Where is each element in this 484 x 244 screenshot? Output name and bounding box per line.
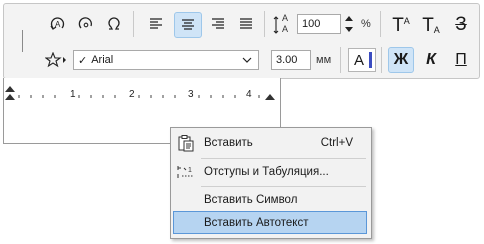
font-height-unit: мм: [316, 54, 332, 66]
align-left-icon[interactable]: [145, 13, 167, 35]
underline-button[interactable]: П: [449, 47, 473, 73]
svg-text:A: A: [55, 20, 61, 29]
bold-button[interactable]: Ж: [388, 47, 414, 73]
subscript-button[interactable]: TA: [418, 12, 444, 38]
menu-separator: [201, 158, 366, 159]
text-rotate-dotted-icon[interactable]: [75, 13, 97, 35]
menu-item-label: Вставить Автотекст: [204, 216, 309, 229]
menu-item-label: Вставить: [204, 136, 253, 149]
superscript-button[interactable]: TA: [388, 12, 414, 38]
ruler-number: 3: [188, 89, 194, 100]
rotate-text-icon[interactable]: A: [47, 13, 69, 35]
toolbar-grip[interactable]: [22, 30, 23, 52]
line-spacing-stepper[interactable]: [343, 13, 355, 35]
italic-letter: К: [426, 51, 436, 68]
font-height-input[interactable]: 3.00: [271, 50, 311, 70]
menu-item-label: Отступы и Табуляция...: [204, 165, 329, 178]
menu-item-insert-symbol[interactable]: Вставить Символ: [173, 188, 367, 211]
line-spacing-icon: A A: [272, 13, 294, 36]
line-spacing-value: 100: [302, 18, 321, 30]
tabs-indent-icon: 1: [173, 164, 199, 180]
menu-item-insert-autotext[interactable]: Вставить Автотекст: [173, 211, 367, 234]
menu-item-shortcut: Ctrl+V: [320, 136, 353, 149]
ruler: [5, 86, 275, 100]
ruler-number: 2: [129, 89, 135, 100]
ruler-number: 4: [246, 89, 252, 100]
superscript-letter: T: [392, 14, 404, 36]
line-spacing-unit: %: [361, 18, 371, 30]
separator: [340, 47, 341, 73]
superscript-mark: A: [403, 15, 410, 26]
svg-text:1: 1: [188, 167, 192, 174]
font-family-select[interactable]: ✓ Arial: [73, 50, 259, 70]
separator: [381, 47, 382, 73]
separator: [133, 11, 134, 37]
separator: [380, 11, 381, 37]
paste-icon: [173, 134, 199, 152]
pen-color-swatch: [369, 52, 372, 68]
text-pen-color-button[interactable]: A: [348, 48, 376, 72]
menu-separator: [201, 186, 366, 187]
separator: [264, 11, 265, 37]
subscript-letter: T: [422, 14, 434, 36]
line-spacing-top-letter: A: [282, 13, 289, 23]
context-menu: Вставить Ctrl+V 1 Отступы и Табуляция...…: [170, 127, 372, 239]
line-spacing-bottom-letter: A: [282, 24, 289, 34]
font-check-icon: ✓: [78, 54, 88, 67]
align-right-icon[interactable]: [207, 13, 229, 35]
underline-letter: П: [455, 51, 467, 68]
omega-symbol-icon[interactable]: [103, 13, 125, 35]
font-family-value: Arial: [91, 54, 114, 66]
subscript-mark: A: [433, 24, 440, 35]
menu-item-paste[interactable]: Вставить Ctrl+V: [173, 131, 367, 154]
menu-item-label: Вставить Символ: [204, 193, 298, 206]
menu-item-indents-tabs[interactable]: 1 Отступы и Табуляция...: [173, 160, 367, 183]
align-justify-icon[interactable]: [235, 13, 257, 35]
ruler-number: 1: [70, 89, 76, 100]
font-height-value: 3.00: [276, 54, 298, 66]
strikethrough-letter: З: [455, 14, 467, 35]
bold-letter: Ж: [393, 51, 409, 68]
text-pen-letter: A: [354, 52, 365, 69]
chevron-down-icon: [242, 57, 252, 63]
line-spacing-input[interactable]: 100: [297, 14, 341, 34]
strikethrough-button[interactable]: З: [449, 12, 473, 38]
favorites-star-icon[interactable]: [43, 49, 71, 71]
align-center-icon[interactable]: [174, 12, 202, 38]
italic-button[interactable]: К: [418, 47, 444, 73]
